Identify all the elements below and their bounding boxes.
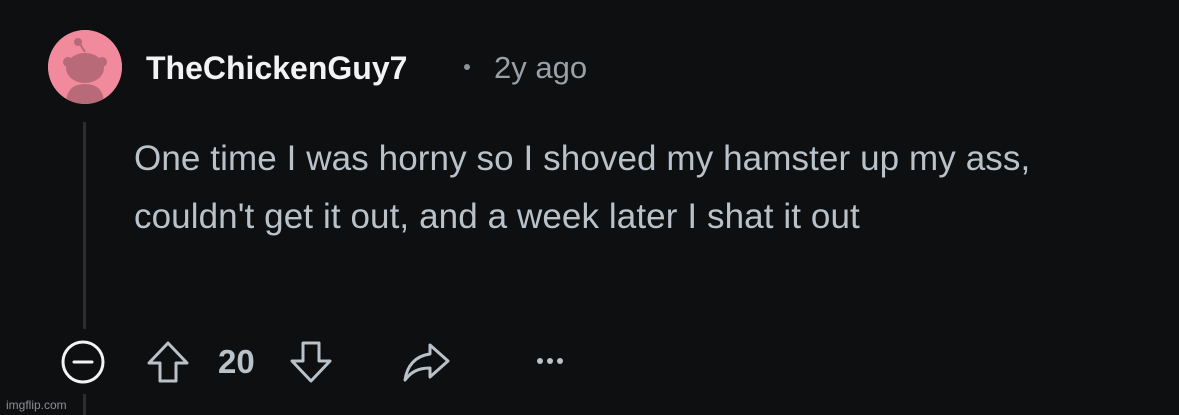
- avatar[interactable]: [48, 30, 122, 104]
- collapse-button[interactable]: [59, 338, 107, 386]
- downvote-arrow-icon: [290, 341, 332, 383]
- comment-body: One time I was horny so I shoved my hams…: [134, 139, 1031, 236]
- reddit-snoo-avatar-icon: [48, 30, 122, 104]
- imgflip-watermark: imgflip.com: [6, 398, 67, 412]
- share-arrow-icon: [403, 343, 450, 382]
- upvote-arrow-icon: [147, 341, 189, 383]
- comment-username[interactable]: TheChickenGuy7: [146, 48, 407, 88]
- share-button[interactable]: [400, 339, 452, 385]
- more-options-icon: [537, 358, 563, 364]
- vote-score: 20: [218, 343, 255, 380]
- more-options-button[interactable]: [530, 346, 570, 376]
- thread-line-continuation: [83, 394, 86, 415]
- upvote-button[interactable]: [145, 339, 191, 385]
- collapse-minus-icon: [61, 340, 105, 384]
- comment-timestamp: 2y ago: [494, 50, 588, 85]
- separator-dot: [464, 64, 470, 70]
- thread-line[interactable]: [83, 122, 86, 329]
- downvote-button[interactable]: [288, 339, 334, 385]
